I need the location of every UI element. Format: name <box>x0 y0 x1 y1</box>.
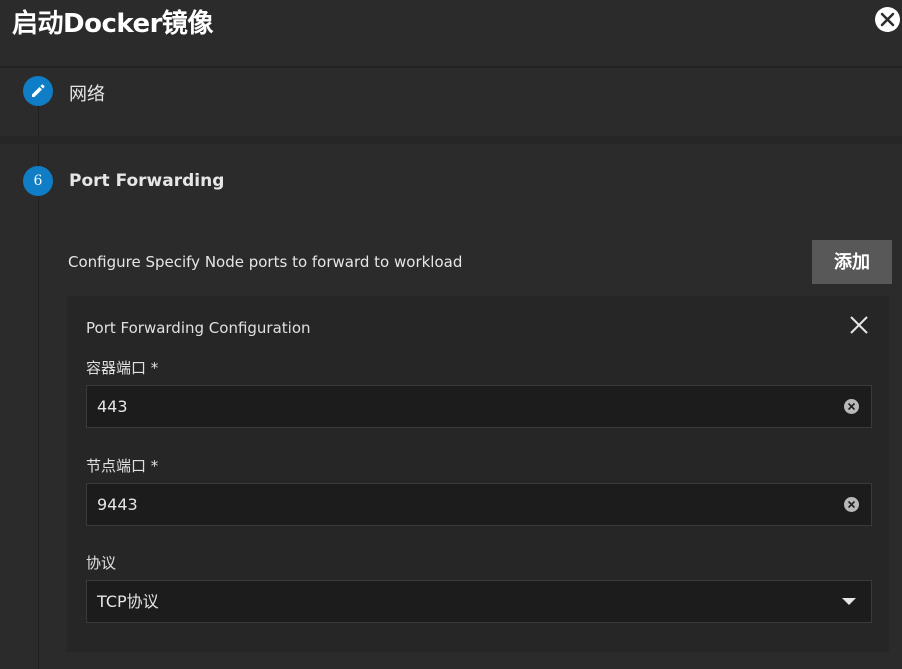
clear-icon <box>848 403 855 410</box>
clear-container-port-button[interactable] <box>844 399 859 414</box>
port-forwarding-description: Configure Specify Node ports to forward … <box>68 253 463 271</box>
protocol-select[interactable]: TCP协议 <box>86 580 872 623</box>
pencil-icon <box>32 84 45 97</box>
node-port-label: 节点端口 * <box>86 457 159 475</box>
stepper-line <box>38 144 39 166</box>
remove-config-button[interactable] <box>848 314 870 336</box>
add-button[interactable]: 添加 <box>812 240 892 284</box>
container-port-label: 容器端口 * <box>86 359 159 377</box>
close-dialog-button[interactable] <box>875 7 900 32</box>
close-icon <box>880 12 895 27</box>
protocol-value: TCP协议 <box>97 592 159 611</box>
port-forwarding-config-card: Port Forwarding Configuration 容器端口 * 443… <box>67 296 889 652</box>
launch-docker-image-dialog: 启动Docker镜像 网络 6 Port Forwarding Configur… <box>0 0 902 669</box>
clear-node-port-button[interactable] <box>844 497 859 512</box>
step-divider <box>0 136 902 144</box>
stepper-line <box>38 106 39 136</box>
node-port-input[interactable]: 9443 <box>86 483 872 526</box>
step-network-label[interactable]: 网络 <box>69 80 105 106</box>
node-port-value: 9443 <box>97 495 138 514</box>
dropdown-arrow-icon <box>842 598 856 605</box>
close-icon <box>850 316 868 334</box>
clear-icon <box>848 501 855 508</box>
step-port-forwarding-indicator[interactable]: 6 <box>23 166 53 196</box>
dialog-header: 启动Docker镜像 <box>0 0 902 68</box>
stepper-line <box>38 196 39 669</box>
container-port-value: 443 <box>97 397 128 416</box>
step-port-forwarding-label[interactable]: Port Forwarding <box>69 171 224 191</box>
step-number: 6 <box>33 173 43 189</box>
card-title: Port Forwarding Configuration <box>86 319 311 337</box>
dialog-title: 启动Docker镜像 <box>12 9 213 39</box>
protocol-label: 协议 <box>86 554 117 572</box>
container-port-input[interactable]: 443 <box>86 385 872 428</box>
step-network-indicator[interactable] <box>23 76 53 106</box>
